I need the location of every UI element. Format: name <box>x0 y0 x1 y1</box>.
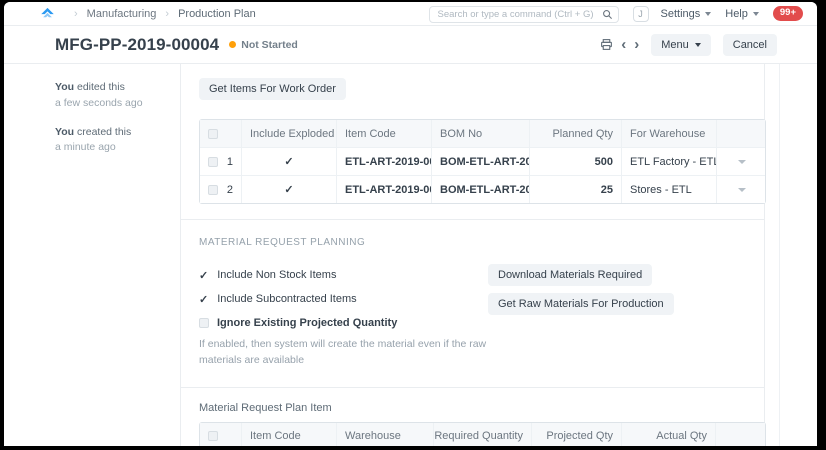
checked-icon <box>199 266 208 284</box>
notifications-badge[interactable]: 99+ <box>773 6 803 21</box>
bom-no-cell[interactable]: BOM-ETL-ART-201... <box>432 148 530 175</box>
select-all-checkbox[interactable] <box>208 431 218 441</box>
navbar: › Manufacturing › Production Plan J Sett… <box>4 2 817 26</box>
chevron-down-icon <box>705 12 711 16</box>
ignore-existing-projected-quantity-checkbox[interactable]: Ignore Existing Projected Quantity <box>199 311 488 335</box>
page-head: MFG-PP-2019-00004 Not Started ‹ › Menu C… <box>4 26 817 64</box>
planned-qty-cell[interactable]: 500 <box>530 148 622 175</box>
table-row[interactable]: 1 ETL-ART-2019-00... BOM-ETL-ART-201... … <box>200 148 765 176</box>
row-expand-icon[interactable] <box>738 188 746 192</box>
item-code-cell[interactable]: ETL-ART-2019-00... <box>337 148 432 175</box>
table-header-row: Item Code Warehouse Required Quantity Pr… <box>200 423 765 447</box>
col-item-code: Item Code <box>337 120 432 147</box>
form-sidebar: You edited this a few seconds ago You cr… <box>4 64 180 446</box>
activity-time: a minute ago <box>55 140 170 156</box>
get-items-for-work-order-button[interactable]: Get Items For Work Order <box>199 78 346 100</box>
col-required-quantity: Required Quantity <box>434 423 532 447</box>
checkbox-label: Ignore Existing Projected Quantity <box>217 317 397 329</box>
planned-qty-cell[interactable]: 25 <box>530 176 622 203</box>
checkbox-help-text: If enabled, then system will create the … <box>199 337 488 369</box>
page-body: You edited this a few seconds ago You cr… <box>4 64 817 446</box>
home-logo-icon[interactable] <box>40 6 55 21</box>
activity-edited[interactable]: You edited this a few seconds ago <box>55 80 170 112</box>
chevron-down-icon <box>695 43 701 47</box>
col-include-exploded: Include Exploded I... <box>242 120 337 147</box>
col-warehouse: Warehouse <box>337 423 434 447</box>
app-window: › Manufacturing › Production Plan J Sett… <box>4 2 817 446</box>
activity-action: created this <box>74 126 131 138</box>
plan-items-table: Item Code Warehouse Required Quantity Pr… <box>199 422 766 447</box>
row-checkbox[interactable] <box>208 157 218 167</box>
section-items: Get Items For Work Order Include Explode… <box>181 64 764 219</box>
page-actions: ‹ › Menu Cancel <box>590 34 777 56</box>
page-gutter <box>765 64 780 446</box>
mrp-button-column: Download Materials Required Get Raw Mate… <box>488 263 764 369</box>
plan-items-label: Material Request Plan Item <box>199 402 764 414</box>
breadcrumb-manufacturing[interactable]: Manufacturing <box>87 8 157 20</box>
bom-no-cell[interactable]: BOM-ETL-ART-201... <box>432 176 530 203</box>
include-subcontracted-items-checkbox[interactable]: Include Subcontracted Items <box>199 287 488 311</box>
chevron-down-icon <box>753 12 759 16</box>
menu-button-label: Menu <box>661 39 689 51</box>
checked-icon[interactable] <box>284 155 293 168</box>
section-plan-items: Material Request Plan Item Item Code War… <box>181 388 764 447</box>
col-item-code: Item Code <box>242 423 337 447</box>
breadcrumb-separator: › <box>165 8 169 20</box>
search-input[interactable] <box>429 6 619 23</box>
section-material-request-planning: MATERIAL REQUEST PLANNING Include Non St… <box>181 220 764 387</box>
scroll-area[interactable] <box>780 64 817 446</box>
activity-action: edited this <box>74 81 125 93</box>
status-text: Not Started <box>241 39 298 51</box>
status-dot-icon <box>229 41 236 48</box>
get-raw-materials-for-production-button[interactable]: Get Raw Materials For Production <box>488 293 674 315</box>
next-document-icon[interactable]: › <box>634 37 639 52</box>
help-label: Help <box>725 8 748 20</box>
select-all-checkbox[interactable] <box>208 129 218 139</box>
col-bom-no: BOM No <box>432 120 530 147</box>
section-label: MATERIAL REQUEST PLANNING <box>199 237 764 248</box>
col-actual-qty: Actual Qty <box>622 423 716 447</box>
page-title: MFG-PP-2019-00004 <box>55 35 219 55</box>
for-warehouse-cell[interactable]: Stores - ETL <box>622 176 717 203</box>
po-items-table: Include Exploded I... Item Code BOM No P… <box>199 119 766 204</box>
global-search <box>429 4 619 23</box>
previous-document-icon[interactable]: ‹ <box>621 37 626 52</box>
checked-icon <box>199 290 208 308</box>
activity-created[interactable]: You created this a minute ago <box>55 125 170 157</box>
row-number: 1 <box>227 156 233 168</box>
breadcrumb-production-plan[interactable]: Production Plan <box>178 8 256 20</box>
help-menu[interactable]: Help <box>725 8 759 20</box>
navbar-right: J Settings Help 99+ <box>633 6 804 22</box>
col-for-warehouse: For Warehouse <box>622 120 717 147</box>
unchecked-checkbox-icon <box>199 318 209 328</box>
item-code-cell[interactable]: ETL-ART-2019-00... <box>337 176 432 203</box>
row-number: 2 <box>227 184 233 196</box>
col-planned-qty: Planned Qty <box>530 120 622 147</box>
table-header-row: Include Exploded I... Item Code BOM No P… <box>200 120 765 148</box>
mrp-checkbox-column: Include Non Stock Items Include Subcontr… <box>199 263 488 369</box>
status-badge: Not Started <box>229 39 298 51</box>
form-body: Get Items For Work Order Include Explode… <box>180 64 765 446</box>
cancel-button[interactable]: Cancel <box>723 34 777 56</box>
download-materials-required-button[interactable]: Download Materials Required <box>488 264 652 286</box>
row-expand-icon[interactable] <box>738 160 746 164</box>
activity-time: a few seconds ago <box>55 96 170 112</box>
menu-button[interactable]: Menu <box>651 34 711 56</box>
breadcrumb-separator: › <box>74 8 78 20</box>
print-icon[interactable] <box>600 38 613 51</box>
search-icon <box>602 7 613 25</box>
col-projected-qty: Projected Qty <box>532 423 622 447</box>
include-non-stock-items-checkbox[interactable]: Include Non Stock Items <box>199 263 488 287</box>
checkbox-label: Include Subcontracted Items <box>217 293 356 305</box>
checked-icon[interactable] <box>284 183 293 196</box>
row-checkbox[interactable] <box>208 185 218 195</box>
user-avatar[interactable]: J <box>633 6 649 22</box>
activity-user: You <box>55 126 74 138</box>
activity-user: You <box>55 81 74 93</box>
for-warehouse-cell[interactable]: ETL Factory - ETL <box>622 148 717 175</box>
settings-label: Settings <box>661 8 701 20</box>
table-row[interactable]: 2 ETL-ART-2019-00... BOM-ETL-ART-201... … <box>200 176 765 203</box>
settings-menu[interactable]: Settings <box>661 8 712 20</box>
checkbox-label: Include Non Stock Items <box>217 269 336 281</box>
